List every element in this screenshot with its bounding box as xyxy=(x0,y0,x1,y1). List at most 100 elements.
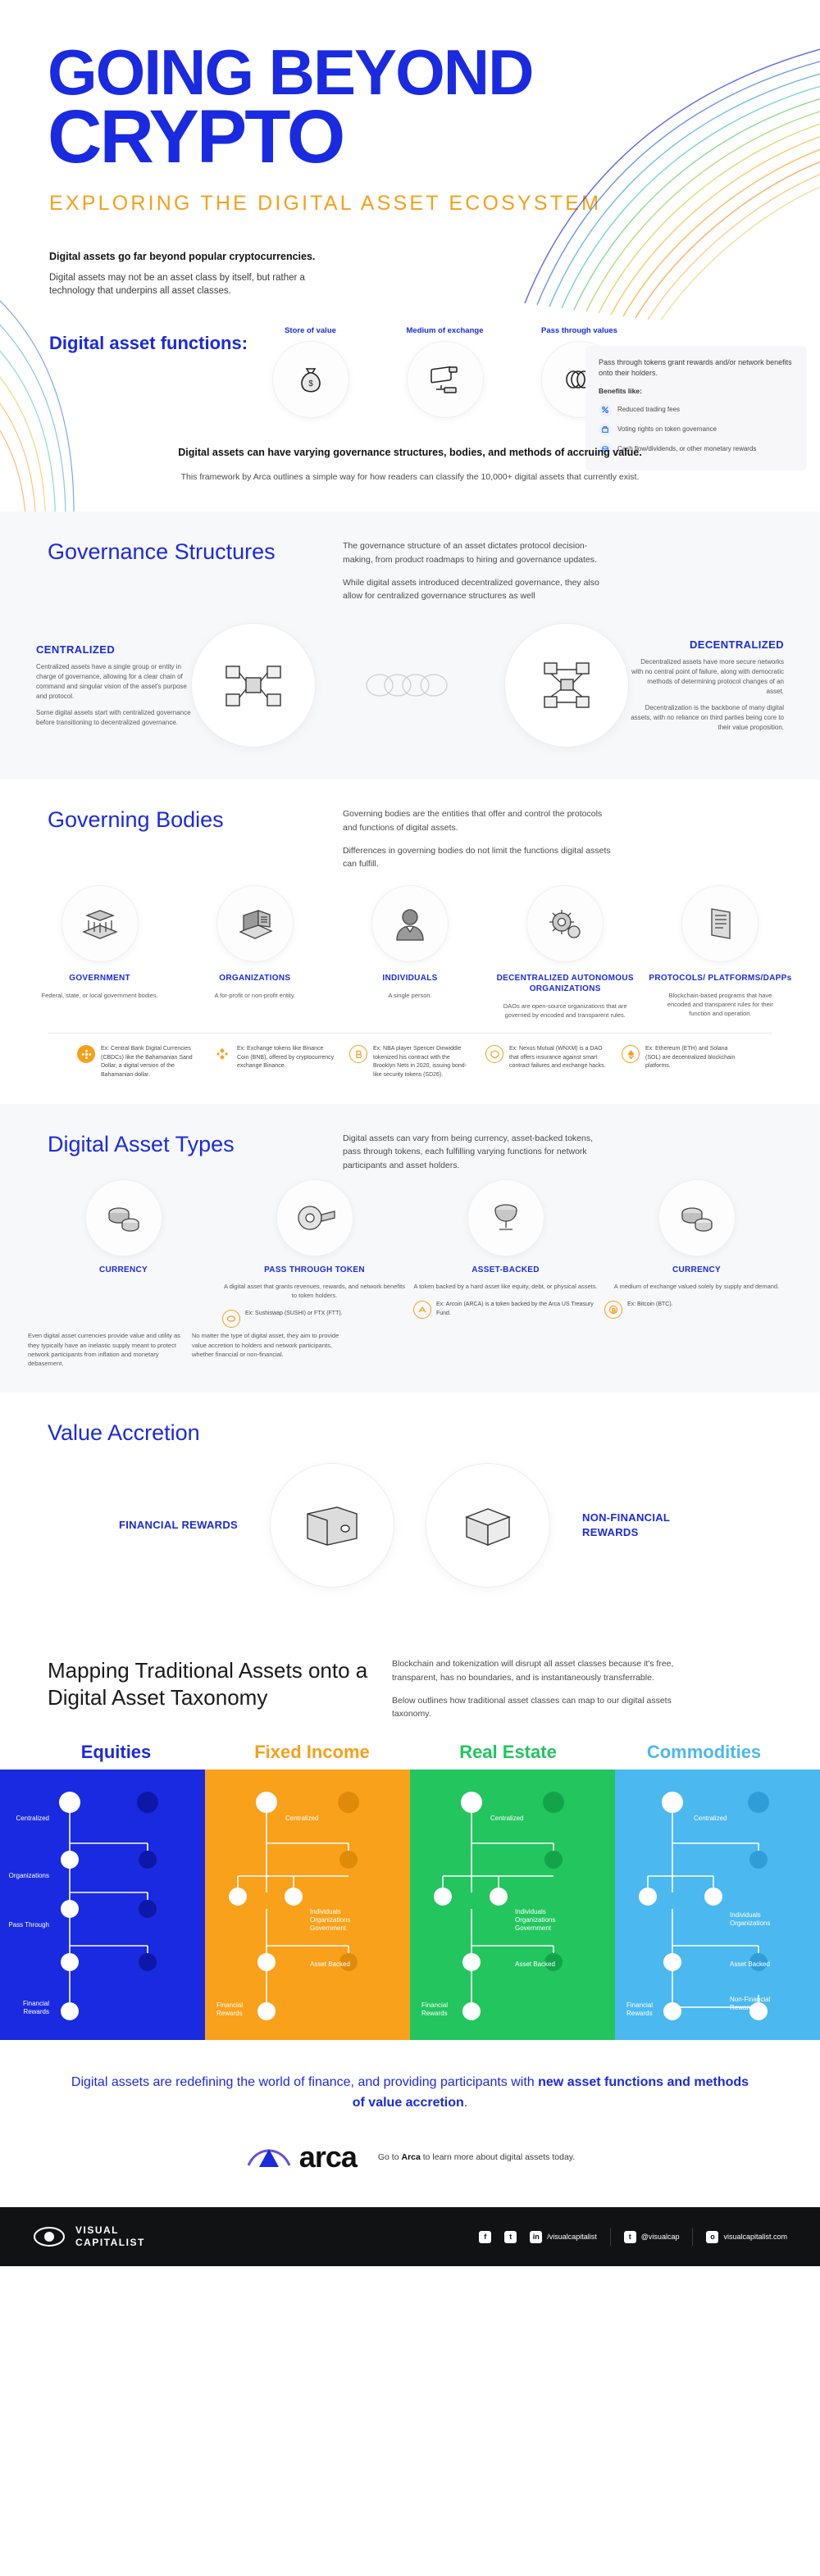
social-twitter-handle[interactable]: t @visualcap xyxy=(623,2230,679,2243)
svg-text:Rewards: Rewards xyxy=(421,2010,448,2017)
mapping-desc: Blockchain and tokenization will disrupt… xyxy=(392,1657,704,1720)
social-handle: visualcapitalist.com xyxy=(723,2233,787,2241)
example-text: Ex: Sushiswap (SUSHI) or FTX (FTT). xyxy=(245,1311,343,1317)
mapping-heading: Mapping Traditional Assets onto a Digita… xyxy=(48,1658,368,1710)
bodies-examples-row: Ex: Central Bank Digital Currencies (CBD… xyxy=(48,1033,772,1104)
svg-text:Rewards: Rewards xyxy=(626,2010,653,2017)
binance-icon xyxy=(213,1045,231,1063)
cta-brand[interactable]: Arca xyxy=(401,2152,420,2162)
digital-asset-functions: Digital asset functions: Store of value … xyxy=(0,325,820,470)
example-text: Ex: Nexus Mutual (WNXM) is a DAO that of… xyxy=(509,1046,606,1070)
arca-logo[interactable]: arca xyxy=(245,2140,358,2174)
svg-text:Centralized: Centralized xyxy=(16,1815,49,1822)
centralized-p1: Centralized assets have a single group o… xyxy=(36,662,187,700)
svg-text:Financial: Financial xyxy=(216,2001,243,2009)
asset-type-title: CURRENCY xyxy=(98,1265,148,1274)
bodies-desc: Governing bodies are the entities that o… xyxy=(343,807,613,870)
asset-type-currency-right: CURRENCY A medium of exchange valued sol… xyxy=(601,1179,792,1320)
footer-divider xyxy=(609,2228,611,2246)
fixed-income-tree: Centralized Individuals Organizations Go… xyxy=(216,1792,359,2021)
governance-desc-1: The governance structure of an asset dic… xyxy=(343,541,597,565)
body-title: PROTOCOLS/ PLATFORMS/DAPPs xyxy=(649,973,792,983)
asset-types-footnotes: Even digital asset currencies provide va… xyxy=(0,1328,820,1392)
body-title: GOVERNMENT xyxy=(69,973,130,983)
social-website[interactable]: o visualcapitalist.com xyxy=(706,2230,787,2243)
governance-heading: Governance Structures xyxy=(48,539,276,565)
svg-text:Organizations: Organizations xyxy=(515,1916,555,1924)
arca-cta: Go to Arca to learn more about digital a… xyxy=(378,2152,575,2162)
bodies-heading: Governing Bodies xyxy=(48,807,224,833)
example-nexus: Ex: Nexus Mutual (WNXM) is a DAO that of… xyxy=(481,1045,612,1079)
centralized-block: CENTRALIZED Centralized assets have a si… xyxy=(36,643,192,728)
non-financial-rewards-label: NON-FINANCIAL REWARDS xyxy=(582,1511,670,1539)
function-store-of-value: Store of value $ xyxy=(262,326,360,417)
decentralized-p1: Decentralized assets have more secure ne… xyxy=(631,657,784,695)
asset-type-desc: A digital asset that grants revenues, re… xyxy=(224,1282,405,1300)
example-dinwiddie: Ex: NBA player Spencer Dinwiddie tokeniz… xyxy=(344,1045,476,1079)
example-text: Ex: NBA player Spencer Dinwiddie tokeniz… xyxy=(373,1046,467,1078)
svg-text:Rewards: Rewards xyxy=(216,2010,243,2017)
facebook-icon: f xyxy=(479,2230,492,2243)
asset-type-example: Ex: Sushiswap (SUSHI) or FTX (FTT). xyxy=(222,1310,407,1329)
asset-types-desc-1: Digital assets can vary from being curre… xyxy=(343,1134,594,1170)
body-title: ORGANIZATIONS xyxy=(219,973,291,983)
mapping-columns: Centralized Organizations Pass Through F… xyxy=(0,1770,820,2041)
linkedin-icon: in xyxy=(530,2230,543,2243)
body-desc: Federal, state, or local government bodi… xyxy=(41,991,158,999)
body-individuals: INDIVIDUALS A single person. xyxy=(335,885,485,1020)
benefit-label: Voting rights on token governance xyxy=(617,425,717,434)
bodies-desc-2: Differences in governing bodies do not l… xyxy=(343,846,611,870)
svg-text:$: $ xyxy=(308,379,313,388)
asset-type-currency-left: CURRENCY xyxy=(28,1179,219,1274)
body-desc: Blockchain-based programs that have enco… xyxy=(667,991,774,1018)
social-linkedin[interactable]: in /visualcapitalist xyxy=(530,2230,597,2243)
body-daos: DECENTRALIZED AUTONOMOUS ORGANIZATIONS D… xyxy=(490,885,640,1020)
svg-text:Rewards: Rewards xyxy=(730,2004,756,2011)
arca-mark-icon xyxy=(247,2149,291,2167)
gear-network-icon xyxy=(527,885,604,961)
closing-section: Digital assets are redefining the world … xyxy=(0,2040,820,2207)
ballot-icon xyxy=(599,422,612,436)
decentralized-icon xyxy=(505,624,628,747)
body-government: GOVERNMENT Federal, state, or local gove… xyxy=(25,885,175,1020)
body-desc: A single person. xyxy=(388,991,432,999)
example-text: Ex: Central Bank Digital Currencies (CBD… xyxy=(101,1046,193,1078)
decentralized-title: DECENTRALIZED xyxy=(690,638,784,651)
footer-divider xyxy=(692,2228,694,2246)
commodities-tree: Centralized Individuals Organizations As… xyxy=(626,1792,771,2021)
intro-sub: Digital assets may not be an asset class… xyxy=(49,272,305,297)
mapping-column-titles: Equities Fixed Income Real Estate Commod… xyxy=(0,1720,820,1763)
framework-body: This framework by Arca outlines a simple… xyxy=(180,471,640,482)
bodies-desc-1: Governing bodies are the entities that o… xyxy=(343,809,603,833)
arcoin-icon xyxy=(413,1301,431,1320)
svg-text:Non-Financial: Non-Financial xyxy=(730,1996,771,2003)
svg-text:Rewards: Rewards xyxy=(23,2008,49,2015)
decentralized-block: DECENTRALIZED Decentralized assets have … xyxy=(628,638,784,733)
social-facebook[interactable]: f xyxy=(479,2230,492,2243)
vc-logo-line-1: VISUAL xyxy=(75,2224,120,2236)
framework-bold: Digital assets can have varying governan… xyxy=(178,446,642,458)
vc-logo-line-2: CAPITALIST xyxy=(75,2237,145,2248)
function-caption: Pass through values xyxy=(541,325,617,335)
bitcoin-icon xyxy=(604,1301,622,1320)
hero-section: GOING BEYOND CRYPTO EXPLORING THE DIGITA… xyxy=(0,0,820,590)
mapping-col-commodities: Centralized Individuals Organizations As… xyxy=(615,1770,820,2041)
asset-type-desc: A medium of exchange valued solely by su… xyxy=(613,1282,780,1290)
vc-wordmark: VISUAL CAPITALIST xyxy=(75,2224,145,2249)
svg-text:Centralized: Centralized xyxy=(694,1815,727,1822)
value-accretion-header: Value Accretion xyxy=(0,1392,820,1446)
social-twitter[interactable]: t xyxy=(504,2230,517,2243)
mapping-title-equities: Equities xyxy=(80,1742,152,1763)
chain-connector xyxy=(315,669,505,702)
person-suit-icon xyxy=(372,885,448,961)
asset-types-heading: Digital Asset Types xyxy=(48,1132,235,1157)
closing-text-1: Digital assets are redefining the world … xyxy=(71,2075,539,2090)
governance-header: Governance Structures The governance str… xyxy=(0,511,820,602)
bodies-header: Governing Bodies Governing bodies are th… xyxy=(0,779,820,870)
site-footer: VISUAL CAPITALIST f t in /visualcapitali… xyxy=(0,2207,820,2266)
cta-pre: Go to xyxy=(377,2152,402,2162)
monitor-exchange-icon xyxy=(407,341,483,417)
function-caption: Medium of exchange xyxy=(406,325,484,335)
visual-capitalist-logo[interactable]: VISUAL CAPITALIST xyxy=(33,2223,145,2251)
svg-text:Government: Government xyxy=(310,1924,347,1932)
